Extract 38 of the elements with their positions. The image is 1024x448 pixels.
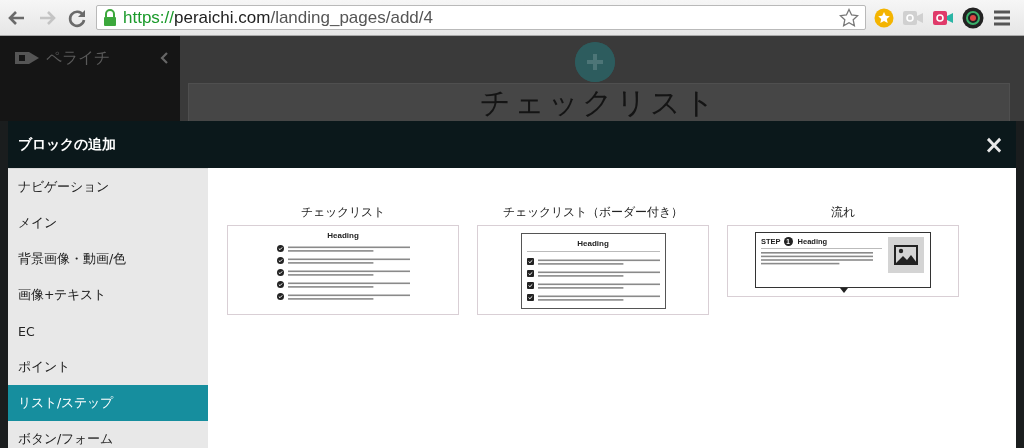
block-preview[interactable]: Heading xyxy=(477,225,709,315)
checkbox-icon xyxy=(526,294,534,301)
category-item[interactable]: メイン xyxy=(8,205,208,241)
check-circle-icon xyxy=(276,269,284,276)
close-button[interactable]: × xyxy=(981,132,1006,157)
star-badge-icon[interactable] xyxy=(874,7,894,28)
check-circle-icon xyxy=(276,293,284,300)
block-preview[interactable]: Heading xyxy=(227,225,459,315)
address-bar[interactable]: https://peraichi.com/landing_pages/add/4 xyxy=(96,5,866,30)
thumbnail-heading: Heading xyxy=(327,231,359,240)
checkbox-icon xyxy=(526,270,534,277)
category-item[interactable]: ナビゲーション xyxy=(8,169,208,205)
block-title: チェックリスト（ボーダー付き） xyxy=(503,204,683,221)
check-circle-icon xyxy=(276,281,284,288)
url-text: https://peraichi.com/landing_pages/add/4 xyxy=(123,7,434,28)
category-item[interactable]: 画像+テキスト xyxy=(8,277,208,313)
checkbox-icon xyxy=(526,258,534,265)
lock-icon xyxy=(103,9,117,26)
modal-title: ブロックの追加 xyxy=(18,135,116,154)
checkbox-icon xyxy=(526,282,534,289)
check-circle-icon xyxy=(276,245,284,252)
category-item[interactable]: EC xyxy=(8,313,208,349)
image-placeholder-icon xyxy=(888,237,924,273)
block-title: 流れ xyxy=(831,204,855,221)
down-arrow-icon xyxy=(840,288,848,293)
thumbnail-heading: Heading xyxy=(577,239,609,248)
camera-lens-icon[interactable] xyxy=(962,6,984,29)
menu-icon[interactable] xyxy=(992,8,1012,27)
app-logo: ペライチ xyxy=(46,47,111,69)
check-circle-icon xyxy=(276,257,284,264)
category-item[interactable]: 背景画像・動画/色 xyxy=(8,241,208,277)
collapse-chevron-icon[interactable] xyxy=(160,52,168,64)
category-item[interactable]: ボタン/フォーム xyxy=(8,421,208,448)
category-item[interactable]: リスト/ステップ xyxy=(8,385,208,421)
category-item[interactable]: ポイント xyxy=(8,349,208,385)
block-title: チェックリスト xyxy=(301,204,385,221)
star-icon[interactable] xyxy=(839,7,859,28)
logo-icon xyxy=(14,50,40,66)
